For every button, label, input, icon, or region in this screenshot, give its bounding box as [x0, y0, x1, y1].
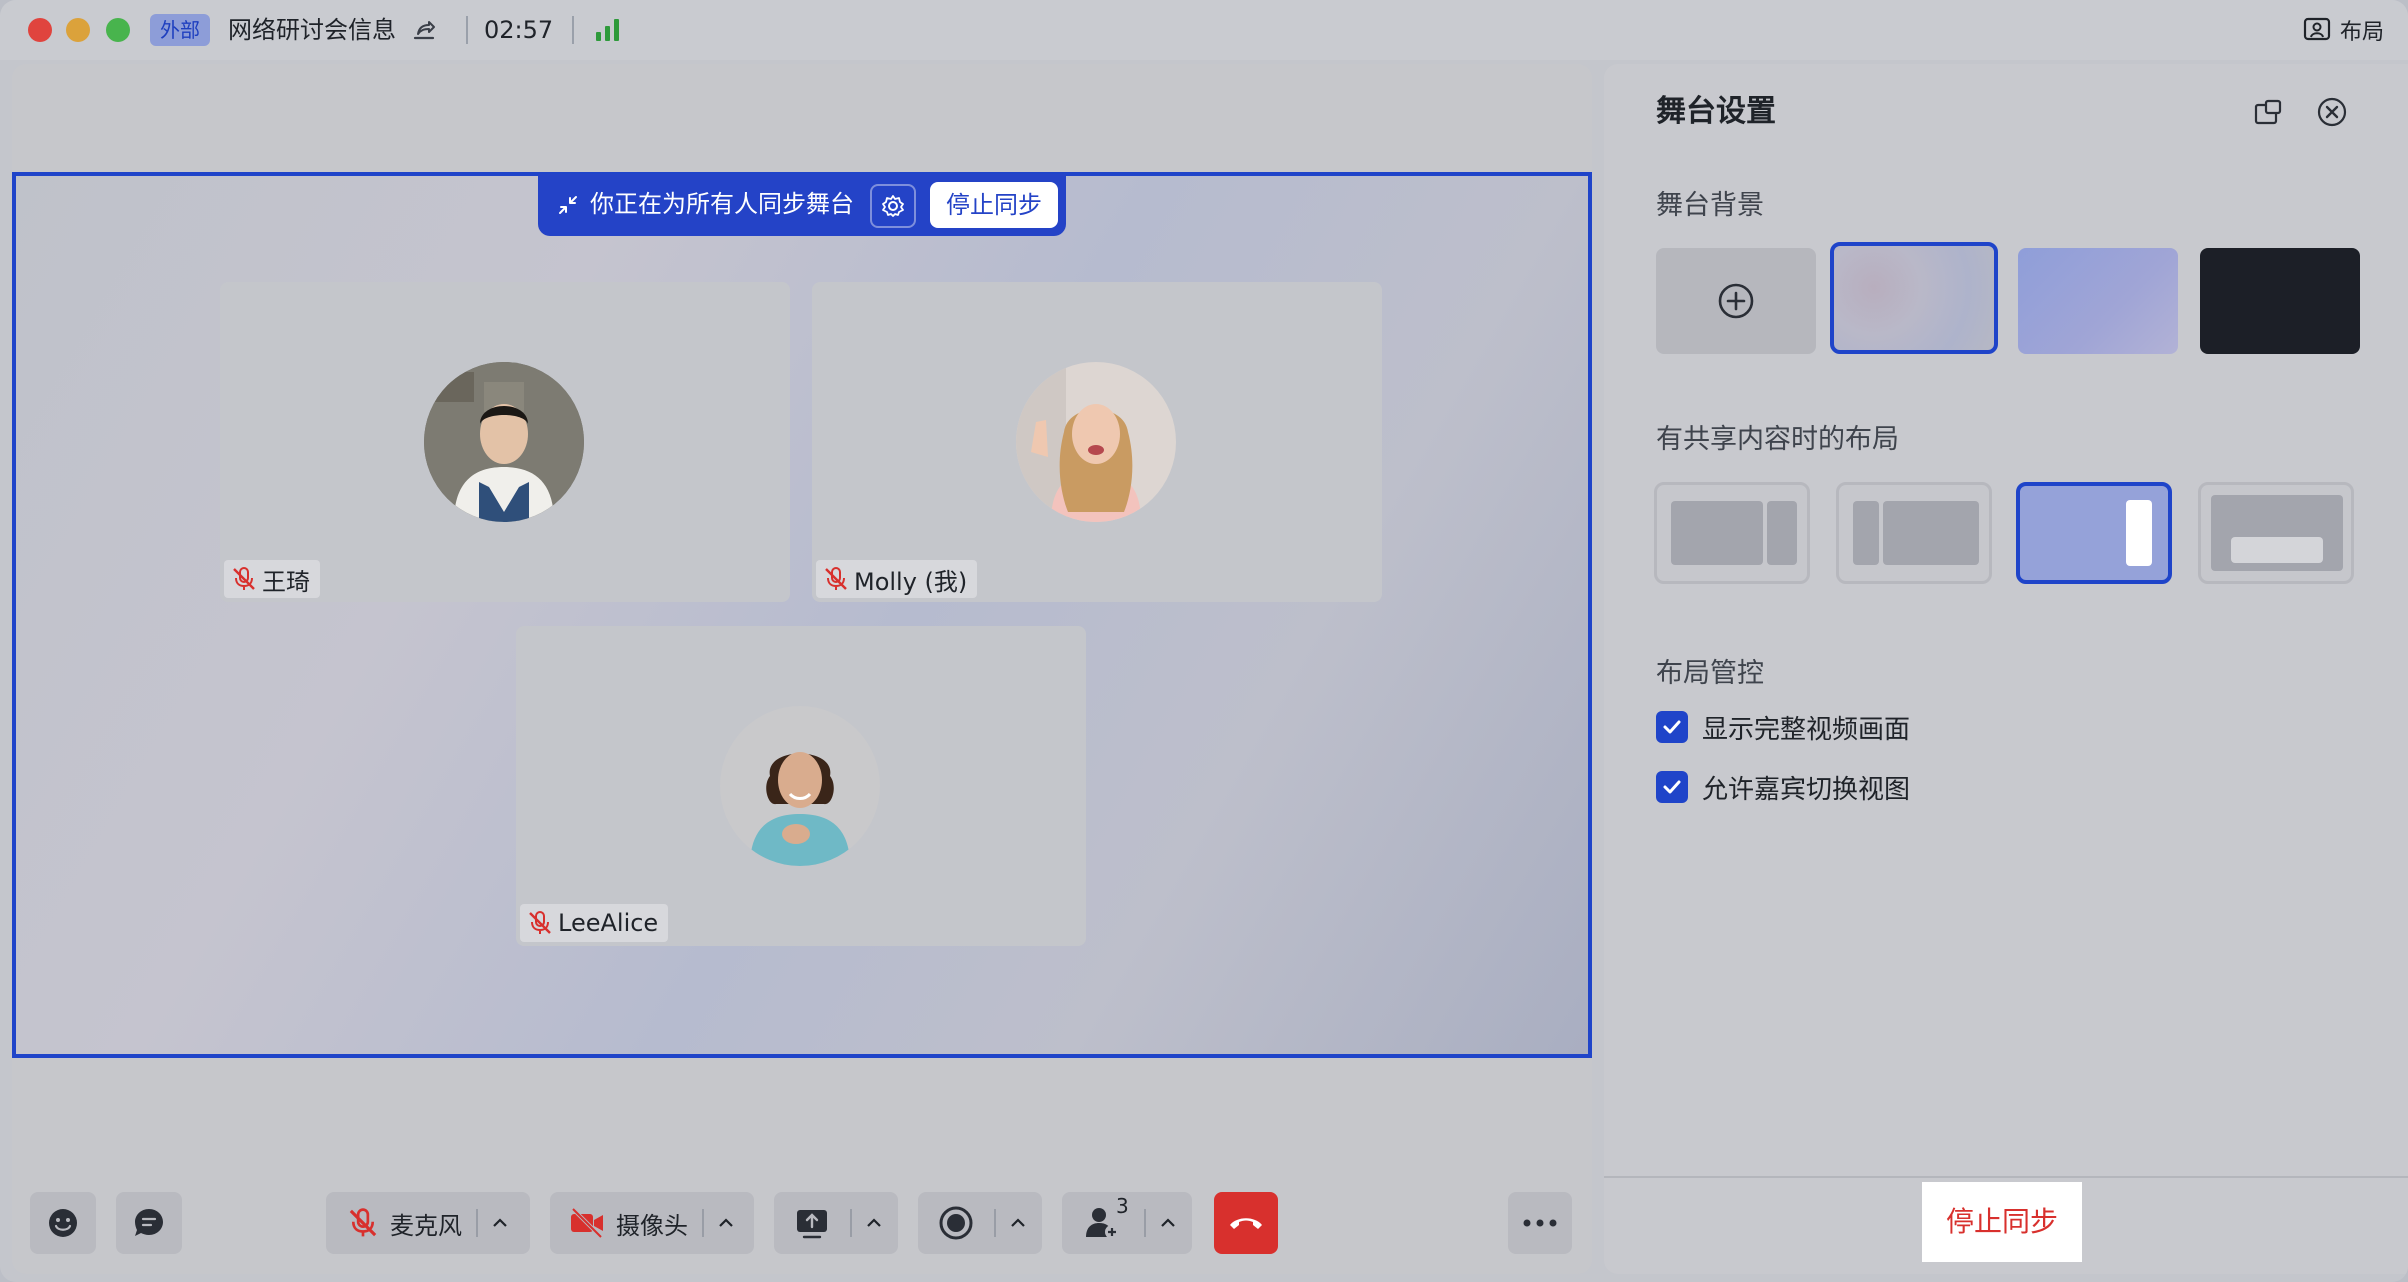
layout-option-right-strip[interactable] [2016, 482, 2172, 584]
allow-guest-switch-label: 允许嘉宾切换视图 [1702, 774, 1911, 805]
zoom-window-button[interactable] [106, 18, 130, 42]
leave-meeting-button[interactable] [1214, 1192, 1278, 1254]
panel-title: 舞台设置 [1656, 94, 1776, 129]
hang-up-icon [1230, 1218, 1262, 1229]
show-full-video-label: 显示完整视频画面 [1702, 714, 1911, 745]
divider [1604, 1176, 2408, 1178]
meeting-title[interactable]: 网络研讨会信息 [228, 14, 396, 46]
divider [466, 16, 468, 44]
microphone-control: 麦克风 [326, 1192, 530, 1254]
layout-option-left-strip[interactable] [1836, 482, 1992, 584]
chevron-up-icon [1161, 1218, 1175, 1227]
panel-stop-sync-button[interactable]: 停止同步 [1922, 1182, 2082, 1262]
reaction-button[interactable] [30, 1192, 96, 1254]
layout-option-split[interactable] [1654, 482, 1810, 584]
sync-banner: 你正在为所有人同步舞台 停止同步 [538, 174, 1066, 236]
background-option-dark[interactable] [2200, 248, 2360, 354]
camera-label: 摄像头 [616, 1211, 688, 1240]
avatar [720, 706, 880, 866]
emoji-icon [49, 1209, 77, 1237]
check-icon [1663, 720, 1681, 734]
participant-name: 王琦 [262, 567, 310, 596]
minimize-window-button[interactable] [66, 18, 90, 42]
sync-settings-button[interactable] [870, 184, 916, 228]
add-background-button[interactable] [1656, 248, 1816, 354]
more-icon [1523, 1219, 1557, 1227]
meeting-timer: 02:57 [484, 16, 554, 44]
participant-tile[interactable]: 王琦 [220, 282, 790, 602]
meeting-window: 外部 网络研讨会信息 02:57 布局 你正在为所有人同步舞台 停止同步 王琦 … [0, 0, 2408, 1282]
camera-button[interactable]: 摄像头 [550, 1206, 702, 1241]
allow-guest-switch-option[interactable]: 允许嘉宾切换视图 [1656, 770, 1911, 805]
background-option-blur[interactable] [1830, 242, 1998, 354]
layout-icon [2303, 17, 2331, 41]
share-screen-control [774, 1192, 898, 1254]
share-screen-button[interactable] [774, 1192, 850, 1254]
close-icon[interactable] [2316, 96, 2348, 128]
popout-icon[interactable] [2252, 96, 2284, 128]
participant-tile[interactable]: Molly (我) [812, 282, 1382, 602]
divider [572, 16, 574, 44]
share-screen-icon [797, 1210, 827, 1239]
collapse-icon[interactable] [556, 193, 580, 217]
layout-section-label: 有共享内容时的布局 [1656, 424, 1899, 455]
background-section-label: 舞台背景 [1656, 190, 1764, 221]
mic-off-icon [233, 567, 255, 590]
chat-icon [135, 1209, 163, 1236]
signal-strength-icon[interactable] [594, 18, 622, 42]
layout-button-label: 布局 [2339, 20, 2384, 45]
checkbox-checked[interactable] [1656, 711, 1688, 743]
microphone-button[interactable]: 麦克风 [326, 1206, 476, 1241]
camera-control: 摄像头 [550, 1192, 754, 1254]
chevron-up-icon [719, 1218, 733, 1227]
participants-control: 3 [1062, 1192, 1192, 1254]
record-icon [939, 1206, 973, 1240]
participant-name-tag: LeeAlice [520, 904, 669, 942]
chevron-up-icon [1011, 1218, 1025, 1227]
more-button[interactable] [1508, 1192, 1572, 1254]
avatar [1016, 362, 1176, 522]
show-full-video-option[interactable]: 显示完整视频画面 [1656, 710, 1911, 745]
layout-option-bottom-strip[interactable] [2198, 482, 2354, 584]
record-button[interactable] [918, 1192, 994, 1254]
plus-circle-icon [1718, 283, 1754, 319]
gear-icon [882, 195, 904, 217]
record-options-button[interactable] [996, 1192, 1040, 1254]
microphone-options-button[interactable] [478, 1192, 522, 1254]
chevron-up-icon [867, 1218, 881, 1227]
participant-name-tag: 王琦 [224, 560, 320, 598]
share-icon[interactable] [410, 16, 438, 44]
camera-off-icon [571, 1207, 603, 1239]
participants-count: 3 [1116, 1194, 1129, 1218]
checkbox-checked[interactable] [1656, 771, 1688, 803]
stage-settings-panel: 舞台设置 舞台背景 有共享内容时的布局 布局管控 显示完整视频画面 允许嘉宾切换… [1604, 64, 2408, 1274]
mic-off-icon [529, 911, 551, 934]
participant-name-tag: Molly (我) [816, 560, 978, 598]
background-option-purple[interactable] [2018, 248, 2178, 354]
chat-button[interactable] [116, 1192, 182, 1254]
layout-button[interactable]: 布局 [2302, 12, 2384, 48]
participant-name: Molly (我) [854, 567, 968, 596]
participant-tile[interactable]: LeeAlice [516, 626, 1086, 946]
mic-off-icon [825, 567, 847, 590]
share-options-button[interactable] [852, 1192, 896, 1254]
close-window-button[interactable] [28, 18, 52, 42]
camera-options-button[interactable] [704, 1192, 748, 1254]
record-control [918, 1192, 1042, 1254]
participants-button[interactable]: 3 [1062, 1192, 1144, 1254]
control-section-label: 布局管控 [1656, 658, 1764, 689]
mic-off-icon [349, 1208, 377, 1237]
banner-stop-sync-button[interactable]: 停止同步 [930, 182, 1058, 228]
sync-banner-text: 你正在为所有人同步舞台 [590, 190, 854, 218]
avatar [424, 362, 584, 522]
title-bar: 外部 网络研讨会信息 02:57 布局 [0, 0, 2408, 60]
microphone-label: 麦克风 [390, 1211, 462, 1240]
external-tag: 外部 [150, 14, 210, 46]
chevron-up-icon [493, 1218, 507, 1227]
participant-name: LeeAlice [558, 909, 659, 937]
participants-options-button[interactable] [1146, 1192, 1190, 1254]
check-icon [1663, 780, 1681, 794]
